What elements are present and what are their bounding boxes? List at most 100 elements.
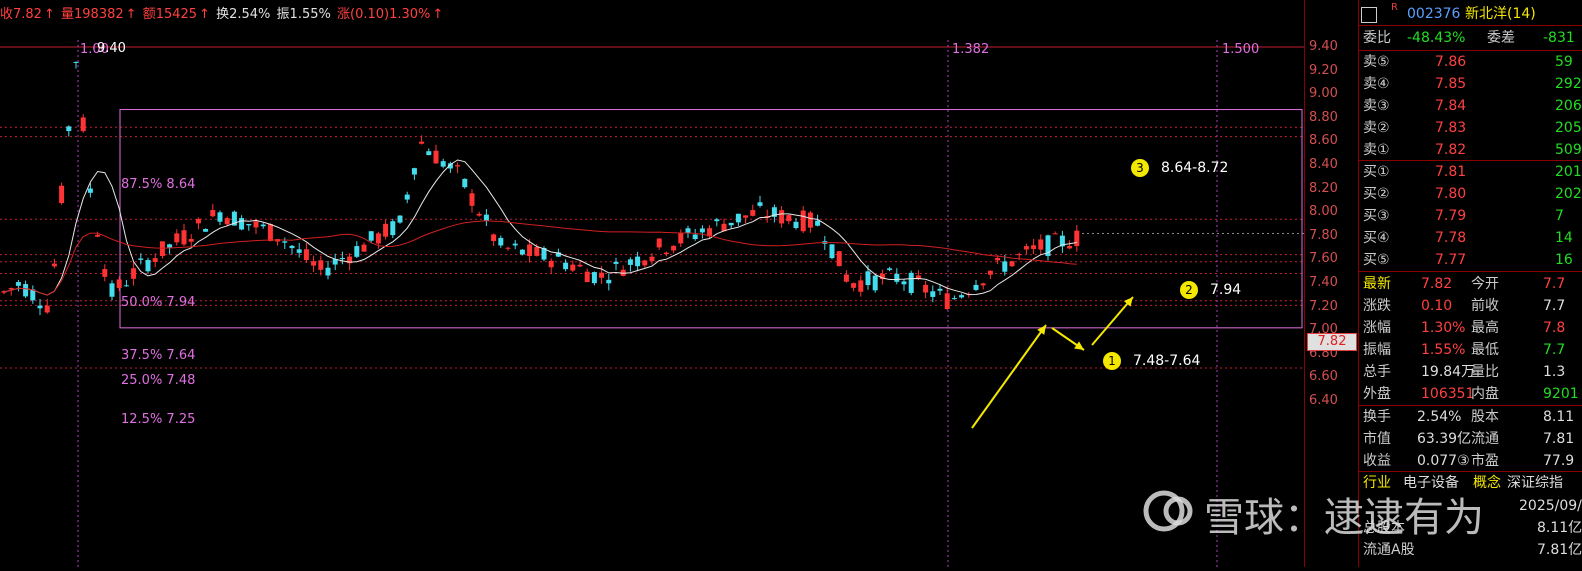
kline-chart[interactable]: 收7.82 ↑ 量198382 ↑ 额15425 ↑ 换2.54% 振1.55% 涨(… <box>0 0 1304 567</box>
candle-body <box>512 243 518 246</box>
stock-header[interactable]: R 002376 新北洋(14) <box>1359 2 1582 25</box>
ask-volume: 205 <box>1555 120 1582 136</box>
candle-body <box>188 238 194 242</box>
concept-value[interactable]: 深证综指 <box>1507 472 1563 494</box>
candle-body <box>210 210 216 217</box>
info-row[interactable]: 收益 0.077③ 市盈 77.9 <box>1359 450 1582 472</box>
candle-body <box>829 244 835 259</box>
close-value: 收7.82 <box>0 7 42 22</box>
ask-row[interactable]: 卖④ 7.85 292 <box>1359 73 1582 95</box>
candle-body <box>195 218 201 224</box>
ask-row[interactable]: 卖① 7.82 509 <box>1359 139 1582 161</box>
candle-body <box>138 258 144 260</box>
stat-value: 1.55% <box>1421 342 1466 358</box>
candle-body <box>815 220 821 226</box>
candle-body <box>203 228 209 232</box>
price-tick-label: 8.80 <box>1309 109 1338 125</box>
stat-row[interactable]: 总手 19.84万 量比 1.3 <box>1359 361 1582 383</box>
watermark-text: 雪球：逮逮有为 <box>1204 495 1484 541</box>
candle-body <box>1016 254 1022 256</box>
info-row[interactable]: 换手 2.54% 股本 8.11 <box>1359 406 1582 428</box>
candle-body <box>1002 261 1008 272</box>
candle-body <box>699 228 705 233</box>
stat-row[interactable]: 最新 7.82 今开 7.7 <box>1359 273 1582 295</box>
stat-label: 内盘 <box>1471 386 1499 402</box>
bid-price: 7.80 <box>1435 186 1467 202</box>
turnover-value: 换2.54% <box>216 7 271 22</box>
ma-long-line <box>3 220 1077 296</box>
candle-body <box>1031 245 1037 250</box>
price-tick-label: 7.80 <box>1309 227 1338 243</box>
stat-row[interactable]: 外盘 106351 内盘 9201 <box>1359 383 1582 405</box>
kline-svg[interactable] <box>0 0 1304 567</box>
candle-body <box>102 269 108 277</box>
info-label: 市盈 <box>1471 453 1499 469</box>
stat-label: 量比 <box>1471 364 1499 380</box>
candle-body <box>159 241 165 256</box>
order-ratio-row: 委比 -48.43% 委差 -831 <box>1359 27 1582 49</box>
candle-body <box>433 150 439 164</box>
bid-price: 7.79 <box>1435 208 1467 224</box>
change-value: 涨(0.10)1.30% <box>337 7 431 22</box>
stat-value: 7.7 <box>1543 298 1566 314</box>
candle-body <box>260 224 266 227</box>
candle-body <box>923 284 929 293</box>
stat-value: 7.8 <box>1543 320 1566 336</box>
price-tick-label: 9.00 <box>1309 86 1338 102</box>
ask-price: 7.84 <box>1435 98 1467 114</box>
stat-row[interactable]: 振幅 1.55% 最低 7.7 <box>1359 339 1582 361</box>
stat-label: 前收 <box>1471 298 1499 314</box>
info-value: 8.11 <box>1543 409 1575 425</box>
price-tick-label: 6.60 <box>1309 369 1338 385</box>
stat-row[interactable]: 涨跌 0.10 前收 7.7 <box>1359 295 1582 317</box>
candle-body <box>843 274 849 282</box>
candle-body <box>426 151 432 156</box>
bid-row[interactable]: 买⑤ 7.77 16 <box>1359 249 1582 271</box>
stat-label: 外盘 <box>1363 386 1391 402</box>
bid-level-label: 买④ <box>1363 230 1390 246</box>
candle-body <box>311 261 317 266</box>
stat-value: 7.82 <box>1421 276 1453 292</box>
target-number-3: 3 <box>1131 159 1149 177</box>
candle-body <box>793 221 799 228</box>
candle-body <box>692 234 698 240</box>
info-value: 63.39亿 <box>1417 431 1472 447</box>
candle-body <box>289 245 295 249</box>
price-tick-label: 8.00 <box>1309 204 1338 220</box>
bid-row[interactable]: 买① 7.81 201 <box>1359 161 1582 183</box>
candle-body <box>440 161 446 167</box>
ask-row[interactable]: 卖⑤ 7.86 59 <box>1359 51 1582 73</box>
bid-row[interactable]: 买③ 7.79 7 <box>1359 205 1582 227</box>
ask-row[interactable]: 卖② 7.83 205 <box>1359 117 1582 139</box>
candle-body <box>519 249 525 255</box>
candle-body <box>181 230 187 245</box>
candle-body <box>527 244 533 257</box>
candle-body <box>498 237 504 246</box>
stat-label: 最高 <box>1471 320 1499 336</box>
candle-body <box>987 270 993 275</box>
target-text-2: 7.94 <box>1210 282 1242 298</box>
info-row[interactable]: 市值 63.39亿 流通 7.81 <box>1359 428 1582 450</box>
candle-body <box>894 273 900 282</box>
ask-level-label: 卖① <box>1363 142 1390 158</box>
candle-body <box>296 249 302 253</box>
bid-row[interactable]: 买④ 7.78 14 <box>1359 227 1582 249</box>
stock-code: 002376 <box>1407 6 1461 22</box>
candle-body <box>116 279 122 288</box>
expand-icon[interactable] <box>1361 7 1377 23</box>
bid-volume: 7 <box>1555 208 1564 224</box>
candle-body <box>1067 245 1073 249</box>
candle-body <box>836 251 842 267</box>
candle-body <box>599 272 605 278</box>
fibo-label-875: 87.5% 8.64 <box>121 177 196 192</box>
candle-body <box>462 178 468 188</box>
ask-row[interactable]: 卖③ 7.84 206 <box>1359 95 1582 117</box>
time-marker-1500: 1.500 <box>1222 42 1260 57</box>
info-value: 2.54% <box>1417 409 1462 425</box>
stat-row[interactable]: 涨幅 1.30% 最高 7.8 <box>1359 317 1582 339</box>
ask-volume: 292 <box>1555 76 1582 92</box>
candle-body <box>714 219 720 222</box>
time-marker-1382: 1.382 <box>952 42 990 57</box>
info-label: 流通 <box>1471 431 1499 447</box>
bid-row[interactable]: 买② 7.80 202 <box>1359 183 1582 205</box>
